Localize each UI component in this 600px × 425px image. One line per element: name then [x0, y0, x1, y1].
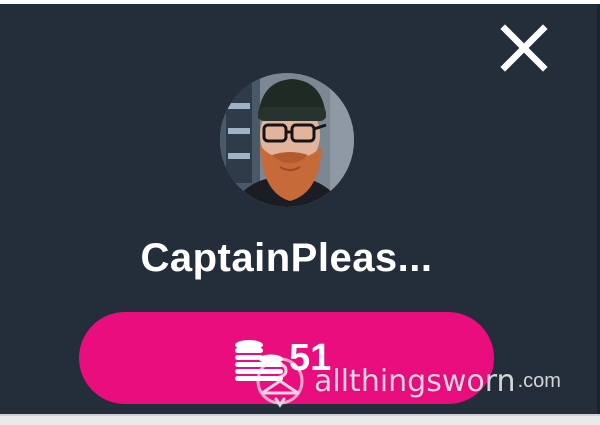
- watermark: allthingsworn .com: [250, 351, 561, 411]
- bottom-edge: [0, 414, 600, 425]
- watermark-tld: .com: [517, 369, 561, 392]
- watermark-name: allthingsworn: [314, 363, 516, 399]
- username-label: CaptainPleas...: [140, 236, 433, 280]
- screenshot-frame: CaptainPleas... 51 allthingsworn .com: [0, 0, 600, 425]
- hanger-logo-icon: [256, 357, 304, 408]
- profile-popup: CaptainPleas... 51 allthingsworn .com: [0, 4, 600, 414]
- avatar-image: [220, 73, 354, 207]
- profile-avatar[interactable]: [220, 73, 354, 207]
- close-icon: [500, 24, 548, 72]
- close-button[interactable]: [498, 22, 550, 74]
